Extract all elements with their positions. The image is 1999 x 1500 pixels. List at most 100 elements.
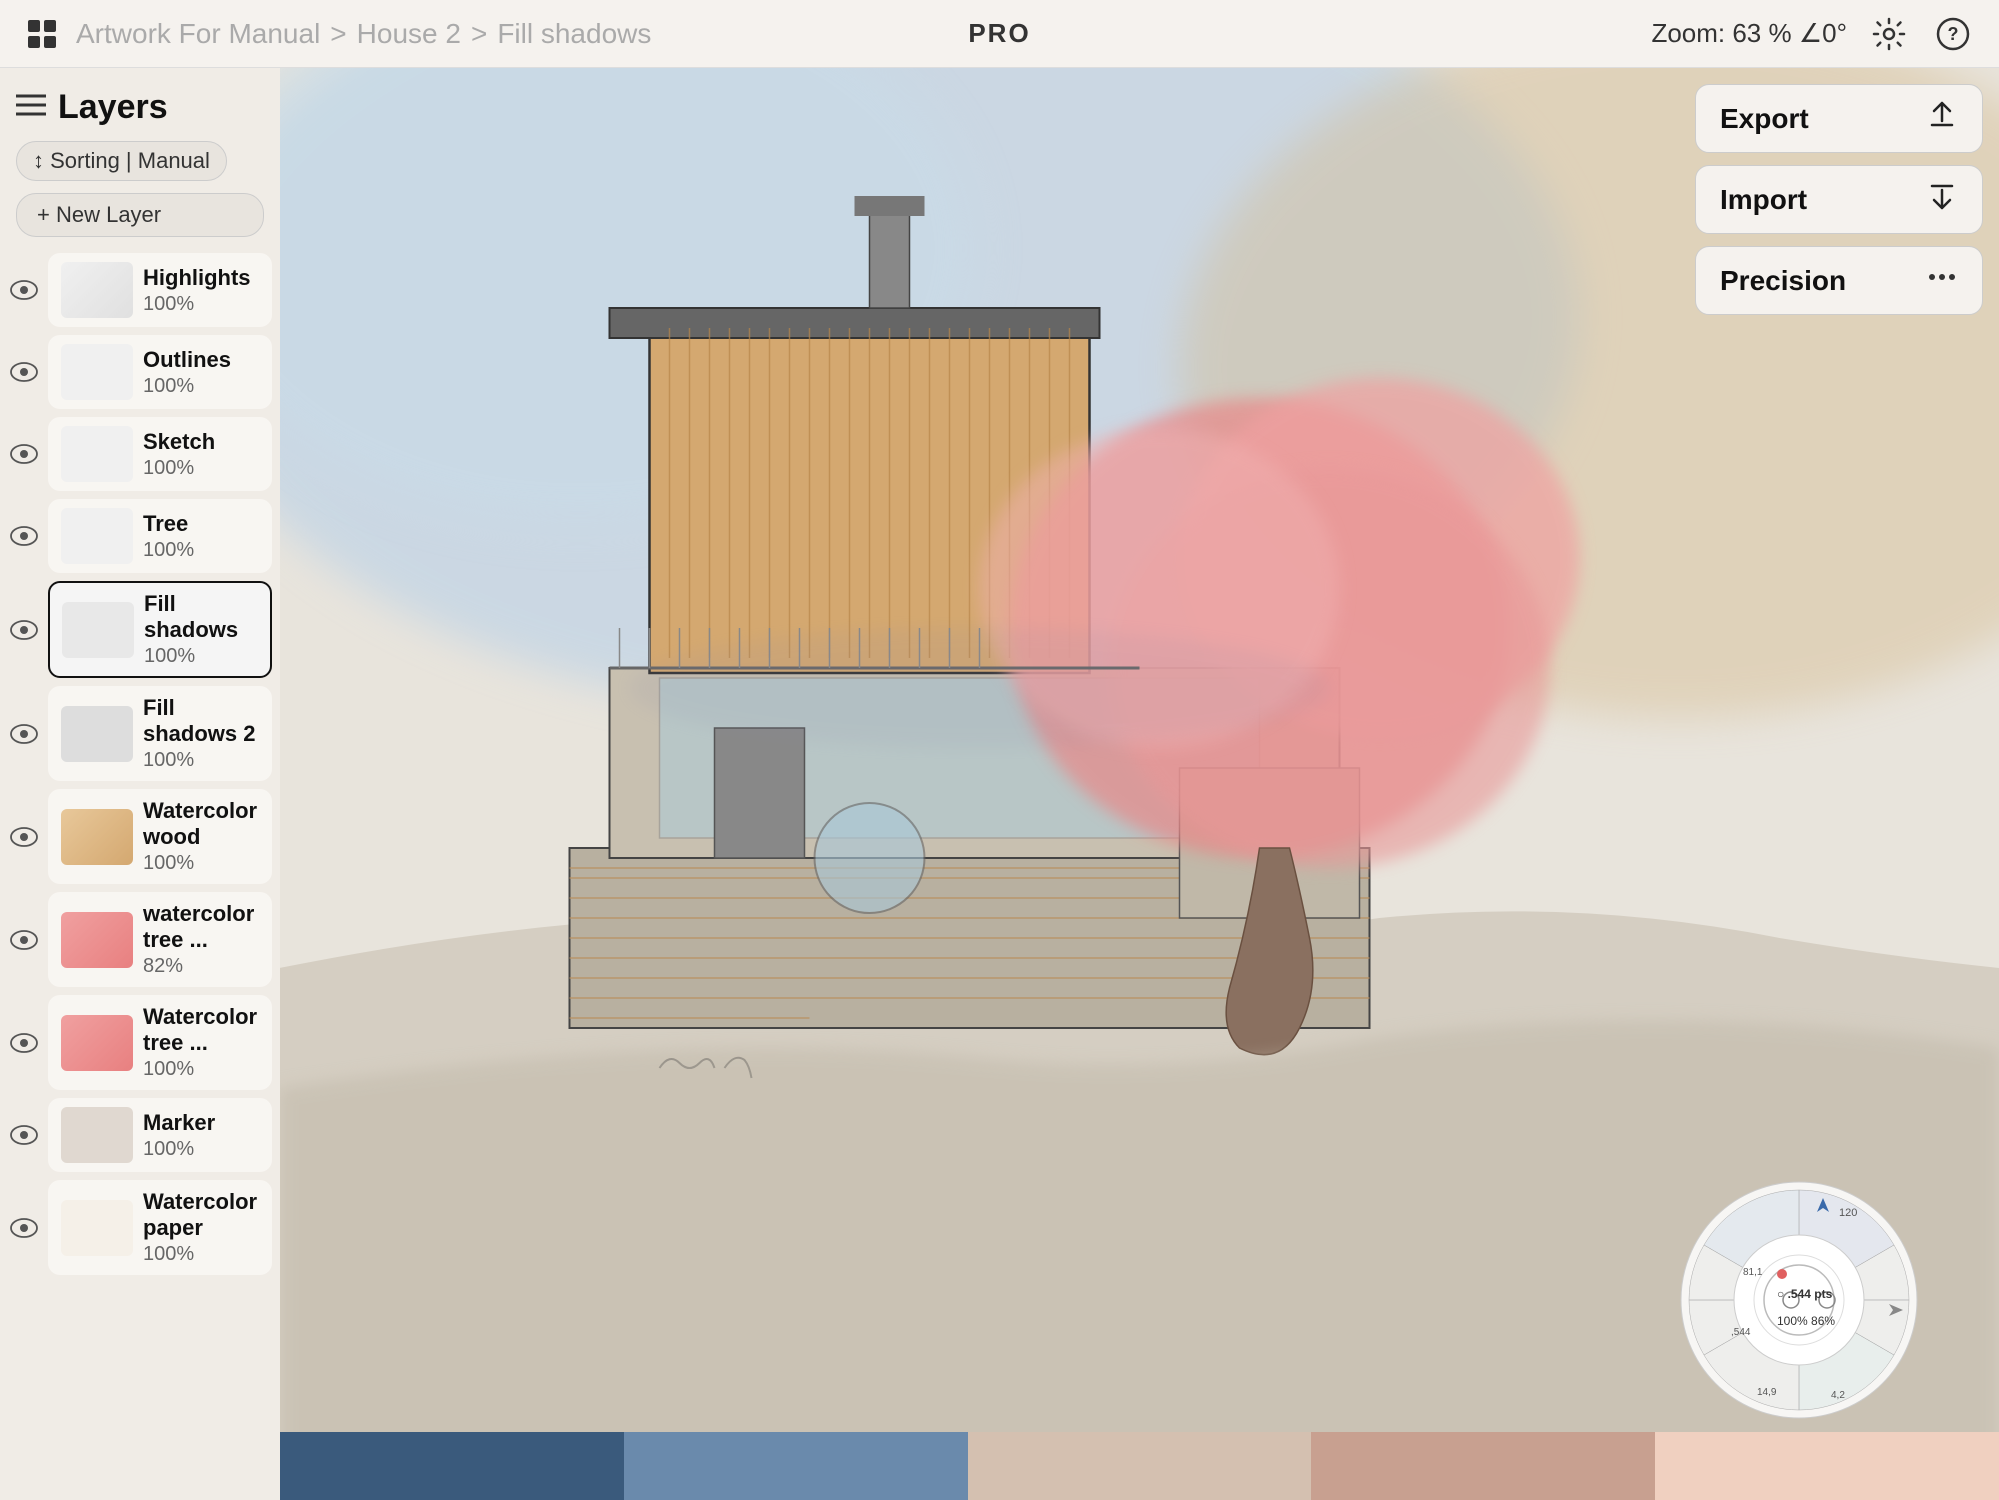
pro-badge: PRO <box>968 18 1030 49</box>
import-label: Import <box>1720 184 1807 216</box>
eye-toggle[interactable] <box>0 821 48 853</box>
precision-wheel[interactable]: 120 81,1 ,544 14,9 4,2 ○ .544 pts 100% 8… <box>1679 1180 1919 1420</box>
eye-icon <box>8 438 40 470</box>
eye-icon <box>8 718 40 750</box>
layer-card[interactable]: Fill shadows100% <box>48 581 272 678</box>
layer-thumbnail <box>61 262 133 318</box>
layer-card[interactable]: Watercolor tree ...100% <box>48 995 272 1090</box>
import-button[interactable]: Import <box>1695 165 1983 234</box>
svg-text:100% 86%: 100% 86% <box>1777 1314 1835 1328</box>
layer-row[interactable]: watercolor tree ...82% <box>0 888 280 991</box>
layer-opacity: 100% <box>143 749 259 772</box>
sorting-button[interactable]: ↕ Sorting | Manual <box>16 141 227 181</box>
layer-row[interactable]: Watercolor tree ...100% <box>0 991 280 1094</box>
layer-thumbnail <box>61 1200 133 1256</box>
layer-row[interactable]: Tree100% <box>0 495 280 577</box>
layer-thumbnail <box>61 809 133 865</box>
layer-card[interactable]: watercolor tree ...82% <box>48 892 272 987</box>
help-icon[interactable]: ? <box>1931 12 1975 56</box>
breadcrumb-part3[interactable]: Fill shadows <box>497 18 651 50</box>
layer-thumbnail <box>61 1107 133 1163</box>
eye-toggle[interactable] <box>0 274 48 306</box>
layer-row[interactable]: Outlines100% <box>0 331 280 413</box>
layer-card[interactable]: Fill shadows 2100% <box>48 686 272 781</box>
layer-row[interactable]: Watercolor wood100% <box>0 785 280 888</box>
svg-text:14,9: 14,9 <box>1757 1387 1777 1398</box>
color-swatches <box>280 1432 1999 1500</box>
eye-icon <box>8 1119 40 1151</box>
menu-icon[interactable] <box>16 92 46 123</box>
layer-row[interactable]: Fill shadows 2100% <box>0 682 280 785</box>
layer-name: Highlights <box>143 265 251 291</box>
layer-info: watercolor tree ...82% <box>143 901 259 978</box>
layer-name: watercolor tree ... <box>143 901 259 953</box>
layer-opacity: 100% <box>143 1138 215 1161</box>
color-swatch[interactable] <box>1655 1432 1999 1500</box>
eye-icon <box>8 520 40 552</box>
eye-toggle[interactable] <box>0 1119 48 1151</box>
layer-row[interactable]: Fill shadows100% <box>0 577 280 682</box>
precision-button[interactable]: Precision <box>1695 246 1983 315</box>
svg-text:120: 120 <box>1839 1207 1857 1219</box>
layer-thumbnail <box>62 602 134 658</box>
layer-opacity: 100% <box>144 645 258 668</box>
layer-info: Watercolor wood100% <box>143 798 259 875</box>
right-panel: Export Import Precision <box>1679 68 1999 331</box>
layer-thumbnail <box>61 426 133 482</box>
layer-card[interactable]: Marker100% <box>48 1098 272 1172</box>
layer-opacity: 100% <box>143 375 231 398</box>
eye-icon <box>8 924 40 956</box>
svg-text:?: ? <box>1948 24 1959 44</box>
svg-text:,544: ,544 <box>1731 1327 1751 1338</box>
export-button[interactable]: Export <box>1695 84 1983 153</box>
layer-row[interactable]: Marker100% <box>0 1094 280 1176</box>
layer-name: Watercolor tree ... <box>143 1004 259 1056</box>
eye-toggle[interactable] <box>0 356 48 388</box>
layer-info: Fill shadows100% <box>144 591 258 668</box>
eye-icon <box>8 356 40 388</box>
sidebar-header: Layers <box>0 68 280 137</box>
export-label: Export <box>1720 103 1809 135</box>
layer-name: Sketch <box>143 429 215 455</box>
layer-card[interactable]: Tree100% <box>48 499 272 573</box>
color-swatch[interactable] <box>624 1432 968 1500</box>
breadcrumb-part1[interactable]: Artwork For Manual <box>76 18 320 50</box>
eye-icon <box>8 614 40 646</box>
settings-icon[interactable] <box>1867 12 1911 56</box>
zoom-info: Zoom: 63 % ∠0° <box>1651 18 1847 49</box>
breadcrumb-sep2: > <box>471 18 487 50</box>
breadcrumb: Artwork For Manual > House 2 > Fill shad… <box>76 18 651 50</box>
layer-row[interactable]: Sketch100% <box>0 413 280 495</box>
layer-card[interactable]: Sketch100% <box>48 417 272 491</box>
breadcrumb-part2[interactable]: House 2 <box>357 18 461 50</box>
layer-opacity: 100% <box>143 1243 259 1266</box>
layers-list: Highlights100% Outlines100% Sketch100% T… <box>0 249 280 1500</box>
layer-card[interactable]: Watercolor paper100% <box>48 1180 272 1275</box>
eye-toggle[interactable] <box>0 520 48 552</box>
eye-toggle[interactable] <box>0 1212 48 1244</box>
eye-toggle[interactable] <box>0 438 48 470</box>
eye-toggle[interactable] <box>0 1027 48 1059</box>
export-icon <box>1926 99 1958 138</box>
eye-icon <box>8 1027 40 1059</box>
layer-opacity: 82% <box>143 955 259 978</box>
layer-info: Outlines100% <box>143 347 231 398</box>
grid-icon[interactable] <box>24 16 60 52</box>
eye-toggle[interactable] <box>0 614 48 646</box>
color-swatch[interactable] <box>1311 1432 1655 1500</box>
layer-info: Highlights100% <box>143 265 251 316</box>
eye-toggle[interactable] <box>0 718 48 750</box>
eye-icon <box>8 821 40 853</box>
layer-card[interactable]: Outlines100% <box>48 335 272 409</box>
layer-card[interactable]: Watercolor wood100% <box>48 789 272 884</box>
color-swatch[interactable] <box>280 1432 624 1500</box>
layer-card[interactable]: Highlights100% <box>48 253 272 327</box>
layer-row[interactable]: Watercolor paper100% <box>0 1176 280 1279</box>
sidebar: Layers ↕ Sorting | Manual + New Layer Hi… <box>0 68 280 1500</box>
layer-opacity: 100% <box>143 1058 259 1081</box>
color-swatch[interactable] <box>968 1432 1312 1500</box>
eye-toggle[interactable] <box>0 924 48 956</box>
layer-thumbnail <box>61 508 133 564</box>
layer-row[interactable]: Highlights100% <box>0 249 280 331</box>
new-layer-button[interactable]: + New Layer <box>16 193 264 237</box>
